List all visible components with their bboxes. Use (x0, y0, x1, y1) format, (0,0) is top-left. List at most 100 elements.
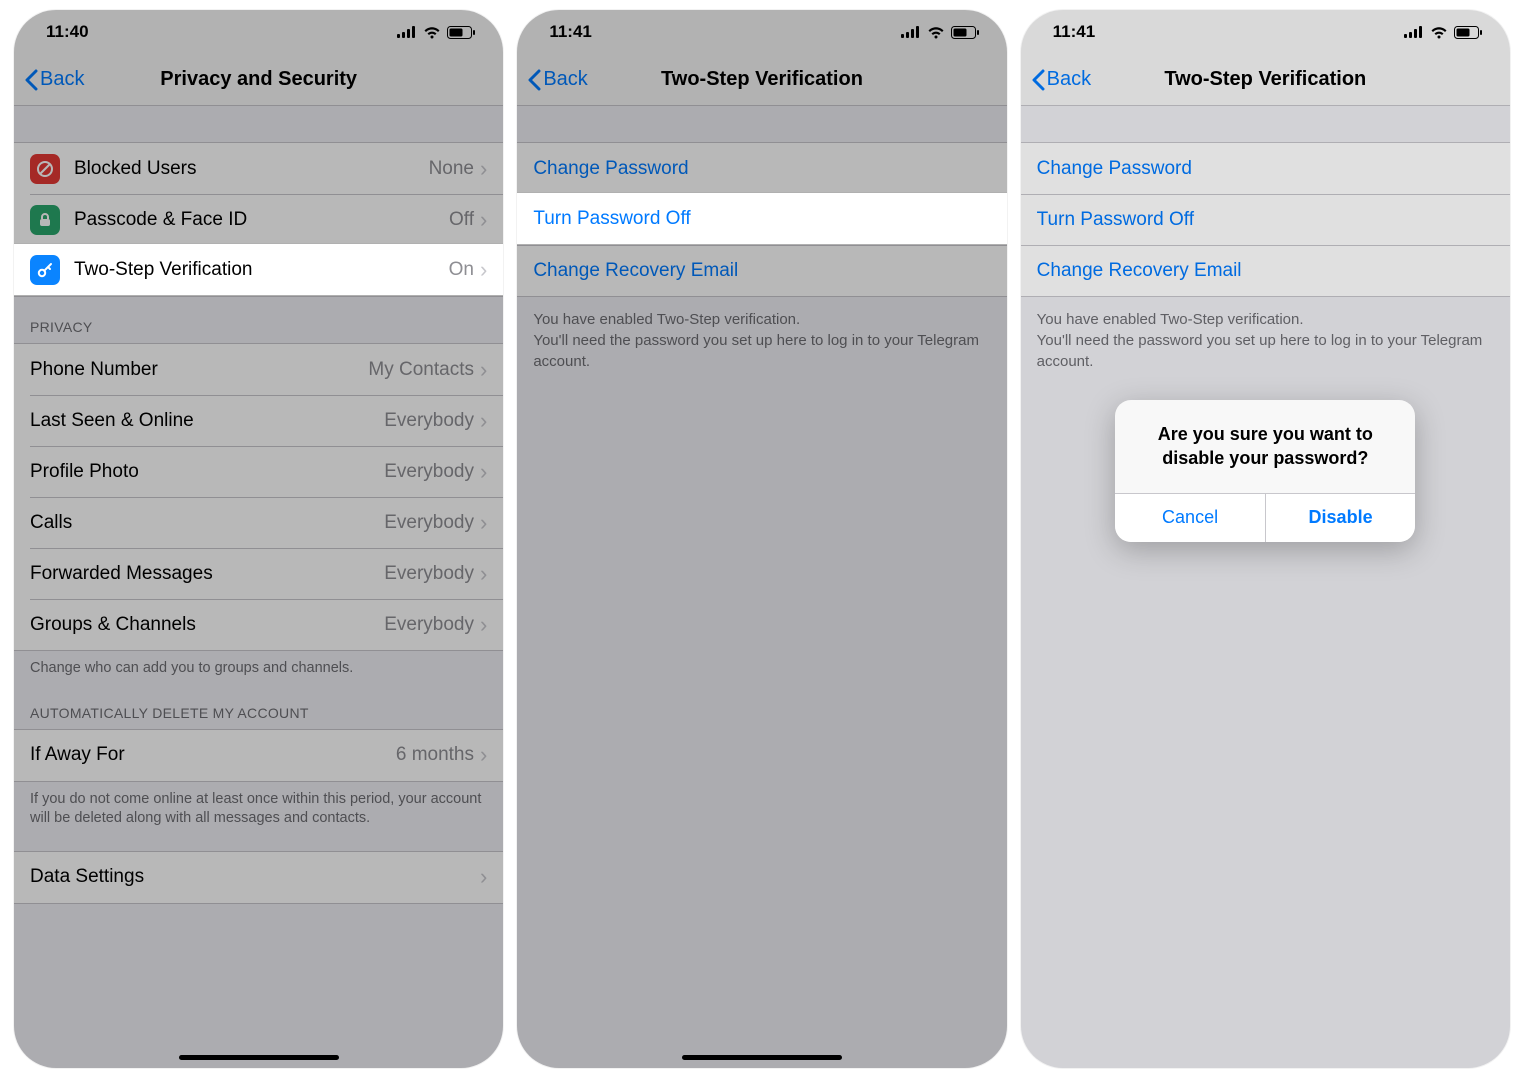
delete-header: AUTOMATICALLY DELETE MY ACCOUNT (14, 683, 503, 729)
chevron-right-icon: › (480, 207, 487, 233)
nav-bar: Back Two-Step Verification (1021, 54, 1510, 106)
row-label: Passcode & Face ID (74, 209, 449, 231)
privacy-group: Phone Number My Contacts › Last Seen & O… (14, 343, 503, 651)
row-data-settings[interactable]: Data Settings › (14, 852, 503, 903)
status-icons (901, 26, 979, 39)
twostep-footer: You have enabled Two-Step verification. … (1021, 297, 1510, 384)
label: Disable (1309, 507, 1373, 528)
key-icon (30, 255, 60, 285)
change-password[interactable]: Change Password (517, 143, 1006, 194)
row-value: Everybody (384, 512, 474, 534)
row-label: Two-Step Verification (74, 259, 449, 281)
status-bar: 11:41 (517, 10, 1006, 54)
twostep-footer: You have enabled Two-Step verification. … (517, 297, 1006, 384)
home-indicator[interactable] (682, 1055, 842, 1060)
turn-password-off[interactable]: Turn Password Off (1021, 194, 1510, 245)
row-value: None (429, 158, 474, 180)
back-label: Back (543, 68, 587, 91)
row-label: Phone Number (30, 359, 368, 381)
row-label: Data Settings (30, 866, 480, 888)
chevron-right-icon: › (480, 408, 487, 434)
home-indicator[interactable] (179, 1055, 339, 1060)
row-passcode[interactable]: Passcode & Face ID Off › (14, 194, 503, 245)
row-value: Everybody (384, 614, 474, 636)
privacy-footer: Change who can add you to groups and cha… (14, 651, 503, 683)
change-recovery-email[interactable]: Change Recovery Email (1021, 245, 1510, 296)
label: Turn Password Off (1037, 209, 1194, 231)
row-label: Calls (30, 512, 384, 534)
chevron-left-icon (527, 69, 541, 91)
change-password[interactable]: Change Password (1021, 143, 1510, 194)
status-time: 11:40 (46, 22, 89, 42)
row-phone-number[interactable]: Phone Number My Contacts › (14, 344, 503, 395)
back-button[interactable]: Back (14, 68, 84, 91)
label: Turn Password Off (533, 208, 690, 230)
page-title: Privacy and Security (14, 68, 503, 91)
cellular-icon (1404, 26, 1424, 38)
chevron-right-icon: › (480, 156, 487, 182)
data-settings-group: Data Settings › (14, 851, 503, 904)
wifi-icon (927, 26, 945, 39)
status-bar: 11:40 (14, 10, 503, 54)
nav-bar: Back Two-Step Verification (517, 54, 1006, 106)
chevron-right-icon: › (480, 459, 487, 485)
battery-icon (1454, 26, 1482, 39)
chevron-right-icon: › (480, 357, 487, 383)
back-button[interactable]: Back (1021, 68, 1091, 91)
nav-bar: Back Privacy and Security (14, 54, 503, 106)
chevron-right-icon: › (480, 742, 487, 768)
page-title: Two-Step Verification (1021, 68, 1510, 91)
screenshot-2: 11:41 Back Two-Step Verification Change … (517, 10, 1006, 1068)
highlight-two-step: Two-Step Verification On › (14, 244, 503, 295)
row-label: Profile Photo (30, 461, 384, 483)
row-two-step-highlight[interactable]: Two-Step Verification On › (14, 244, 503, 295)
page-title: Two-Step Verification (517, 68, 1006, 91)
row-value: 6 months (396, 744, 474, 766)
row-label: If Away For (30, 744, 396, 766)
cellular-icon (397, 26, 417, 38)
alert-title: Are you sure you want to disable your pa… (1115, 400, 1415, 493)
row-value: Off (449, 209, 474, 231)
delete-footer: If you do not come online at least once … (14, 782, 503, 851)
row-label: Forwarded Messages (30, 563, 384, 585)
block-icon (30, 154, 60, 184)
row-label: Groups & Channels (30, 614, 384, 636)
chevron-right-icon: › (480, 612, 487, 638)
disable-button[interactable]: Disable (1265, 494, 1416, 542)
back-button[interactable]: Back (517, 68, 587, 91)
row-value: Everybody (384, 410, 474, 432)
screenshot-1: 11:40 Back Privacy and Security Blocked … (14, 10, 503, 1068)
label: Change Password (533, 158, 688, 180)
turn-password-off-highlight[interactable]: Turn Password Off (517, 193, 1006, 244)
row-value: On (449, 259, 474, 281)
cellular-icon (901, 26, 921, 38)
lock-icon (30, 205, 60, 235)
wifi-icon (423, 26, 441, 39)
cancel-button[interactable]: Cancel (1115, 494, 1265, 542)
row-blocked-users[interactable]: Blocked Users None › (14, 143, 503, 194)
chevron-left-icon (24, 69, 38, 91)
row-profile-photo[interactable]: Profile Photo Everybody › (14, 446, 503, 497)
row-value: My Contacts (368, 359, 474, 381)
wifi-icon (1430, 26, 1448, 39)
status-bar: 11:41 (1021, 10, 1510, 54)
label: Change Recovery Email (533, 260, 738, 282)
row-calls[interactable]: Calls Everybody › (14, 497, 503, 548)
row-forwarded[interactable]: Forwarded Messages Everybody › (14, 548, 503, 599)
twostep-options: Change Password Turn Password Off Change… (1021, 142, 1510, 297)
row-label: Last Seen & Online (30, 410, 384, 432)
row-label: Blocked Users (74, 158, 429, 180)
change-recovery-email[interactable]: Change Recovery Email (517, 245, 1006, 296)
status-icons (397, 26, 475, 39)
back-label: Back (40, 68, 84, 91)
row-last-seen[interactable]: Last Seen & Online Everybody › (14, 395, 503, 446)
row-groups[interactable]: Groups & Channels Everybody › (14, 599, 503, 650)
chevron-right-icon: › (480, 510, 487, 536)
confirm-dialog: Are you sure you want to disable your pa… (1115, 400, 1415, 542)
status-time: 11:41 (1053, 22, 1096, 42)
row-if-away[interactable]: If Away For 6 months › (14, 730, 503, 781)
status-time: 11:41 (549, 22, 592, 42)
label: Change Password (1037, 158, 1192, 180)
row-value: Everybody (384, 461, 474, 483)
label: Change Recovery Email (1037, 260, 1242, 282)
